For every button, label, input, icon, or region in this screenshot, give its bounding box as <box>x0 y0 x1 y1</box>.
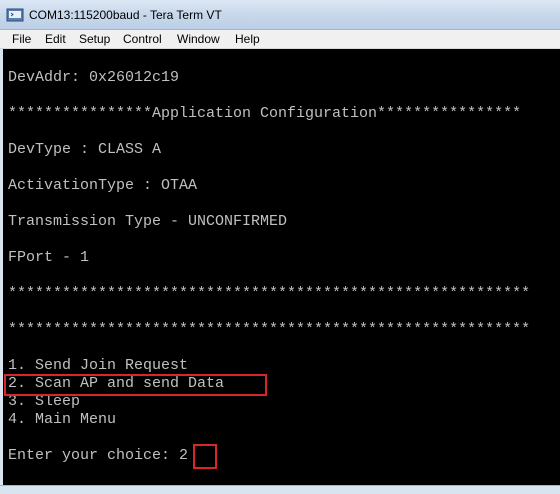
title-bar: COM13:115200baud - Tera Term VT <box>0 0 560 30</box>
menu-help[interactable]: Help <box>235 32 260 46</box>
devaddr-line: DevAddr: 0x26012c19 <box>8 69 180 86</box>
menu-file[interactable]: File <box>12 32 31 46</box>
window-title: COM13:115200baud - Tera Term VT <box>29 8 222 22</box>
menu-window[interactable]: Window <box>177 32 220 46</box>
menu-bar: File Edit Setup Control Window Help <box>0 30 560 49</box>
menu-setup[interactable]: Setup <box>79 32 110 46</box>
window-bottom-border <box>0 485 560 494</box>
menu-option-join: 1. Send Join Request <box>8 357 189 374</box>
separator-line-1: ****************************************… <box>8 285 531 302</box>
menu-control[interactable]: Control <box>123 32 162 46</box>
activation-type-line: ActivationType : OTAA <box>8 177 198 194</box>
terminal-screen[interactable]: DevAddr: 0x26012c19 ****************Appl… <box>3 49 560 485</box>
menu-option-main-menu: 4. Main Menu <box>8 411 117 428</box>
devtype-line: DevType : CLASS A <box>8 141 162 158</box>
scan-ap-highlight-box <box>4 374 267 396</box>
fport-line: FPort - 1 <box>8 249 90 266</box>
app-config-header: ****************Application Configuratio… <box>8 105 522 122</box>
choice-highlight-box <box>193 444 217 469</box>
menu-edit[interactable]: Edit <box>45 32 66 46</box>
separator-line-2: ****************************************… <box>8 321 531 338</box>
teraterm-app-icon[interactable] <box>6 7 24 23</box>
choice-prompt: Enter your choice: 2 <box>8 447 189 464</box>
transmission-type-line: Transmission Type - UNCONFIRMED <box>8 213 288 230</box>
